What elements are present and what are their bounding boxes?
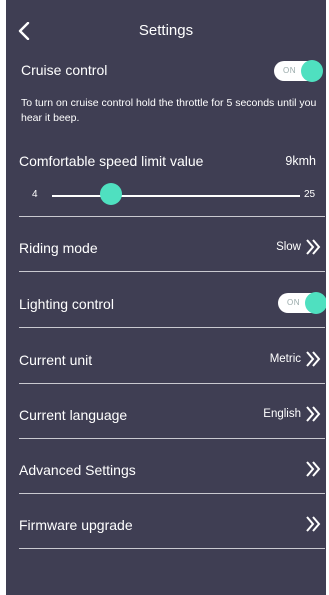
divider xyxy=(19,216,325,217)
settings-screen: Settings Cruise control ON To turn on cr… xyxy=(6,0,326,595)
current-language-row[interactable]: Current language English xyxy=(19,397,324,431)
divider xyxy=(19,271,325,272)
current-language-label: Current language xyxy=(19,407,128,423)
firmware-upgrade-row[interactable]: Firmware upgrade xyxy=(19,507,324,541)
current-unit-row[interactable]: Current unit Metric xyxy=(19,341,324,375)
slider-max-label: 25 xyxy=(304,189,316,200)
current-unit-label: Current unit xyxy=(19,352,93,368)
riding-mode-label: Riding mode xyxy=(19,240,98,256)
double-chevron-right-icon xyxy=(306,461,321,477)
toggle-on-text: ON xyxy=(287,298,300,307)
header: Settings xyxy=(6,0,326,60)
toggle-knob xyxy=(301,60,323,82)
lighting-control-label: Lighting control xyxy=(19,296,114,312)
cruise-control-label: Cruise control xyxy=(21,62,108,78)
speed-slider-track[interactable] xyxy=(52,195,300,197)
toggle-on-text: ON xyxy=(283,66,296,75)
page-title: Settings xyxy=(138,22,194,39)
advanced-settings-label: Advanced Settings xyxy=(19,462,136,478)
toggle-knob xyxy=(305,292,326,314)
double-chevron-right-icon xyxy=(306,406,321,422)
speed-limit-value: 9kmh xyxy=(285,154,316,168)
double-chevron-right-icon xyxy=(306,239,321,255)
divider xyxy=(19,383,325,384)
cruise-control-description: To turn on cruise control hold the throt… xyxy=(21,97,317,124)
slider-min-label: 4 xyxy=(32,189,38,200)
cruise-control-toggle[interactable]: ON xyxy=(274,60,323,82)
current-unit-value: Metric xyxy=(269,353,301,365)
double-chevron-right-icon xyxy=(306,516,321,532)
speed-slider-thumb[interactable] xyxy=(100,183,123,205)
firmware-upgrade-label: Firmware upgrade xyxy=(19,517,133,533)
lighting-control-toggle[interactable]: ON xyxy=(278,292,326,314)
divider xyxy=(19,327,325,328)
double-chevron-right-icon xyxy=(306,351,321,367)
riding-mode-value: Slow xyxy=(276,241,301,253)
divider xyxy=(19,493,325,494)
current-language-value: English xyxy=(263,408,301,420)
speed-limit-label: Comfortable speed limit value xyxy=(19,153,204,169)
riding-mode-row[interactable]: Riding mode Slow xyxy=(19,230,324,264)
divider xyxy=(19,548,325,549)
advanced-settings-row[interactable]: Advanced Settings xyxy=(19,452,324,486)
divider xyxy=(19,438,325,439)
